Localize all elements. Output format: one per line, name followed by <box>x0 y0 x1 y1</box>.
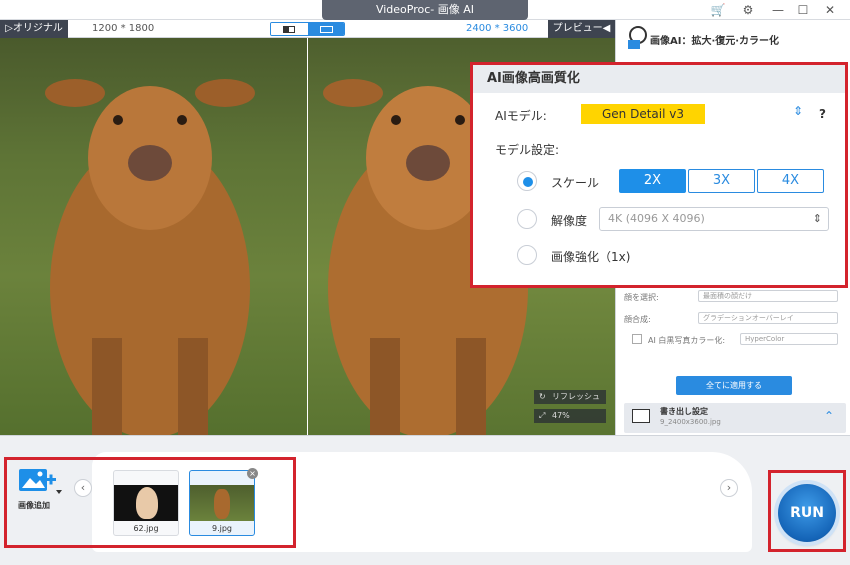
resolution-radio[interactable] <box>517 209 537 229</box>
run-button[interactable]: RUN <box>778 484 836 542</box>
scale-3x-button[interactable]: 3X <box>688 169 755 193</box>
scale-label: スケール <box>551 176 600 190</box>
resolution-value: 4K (4096 X 4096) <box>608 212 705 225</box>
original-dimensions: 1200 * 1800 <box>92 23 155 34</box>
single-view-icon[interactable] <box>271 23 308 35</box>
face-select-label: 顔を選択: <box>624 293 659 302</box>
prev-arrow-button[interactable]: ‹ <box>74 479 92 497</box>
panel-title: 画像AI：拡大·復元·カラー化 <box>650 36 780 47</box>
view-mode-toggle[interactable] <box>270 22 345 36</box>
zoom-indicator[interactable]: ⤢ 47% <box>534 409 606 423</box>
resolution-label: 解像度 <box>551 214 588 228</box>
ai-enhance-popup: AI画像高画質化 AIモデル: Gen Detail v3 ⇕ ? モデル設定:… <box>470 62 848 288</box>
export-settings[interactable]: 書き出し設定 9_2400x3600.jpg ⌃ <box>624 403 846 433</box>
apply-all-button[interactable]: 全てに適用する <box>676 376 792 395</box>
split-view-icon[interactable] <box>308 23 344 35</box>
scale-2x-button[interactable]: 2X <box>619 169 686 193</box>
thumbnail-image <box>190 485 254 521</box>
zoom-icon: ⤢ <box>539 411 546 420</box>
chevron-up-icon[interactable]: ⌃ <box>824 409 834 423</box>
window-title: VideoProc- 画像 AI <box>322 0 528 20</box>
thumbnail-caption: 62.jpg <box>133 524 159 533</box>
popup-heading: AI画像高画質化 <box>473 65 845 93</box>
preview-button[interactable]: プレビュー◀ <box>548 20 615 38</box>
add-image-label: 画像追加 <box>18 501 50 510</box>
help-icon[interactable]: ? <box>819 107 826 121</box>
face-blend-dropdown[interactable]: グラデーションオーバーレイ <box>698 312 838 324</box>
output-dimensions: 2400 * 3600 <box>466 23 529 34</box>
enhance-label: 画像強化（1x) <box>551 250 631 264</box>
resolution-select[interactable]: 4K (4096 X 4096) ⇕ <box>599 207 829 231</box>
thumbnail-image <box>114 485 178 521</box>
thumbnail-9[interactable]: 9.jpg × <box>189 468 258 536</box>
scale-radio[interactable] <box>517 171 537 191</box>
export-filename: 9_2400x3600.jpg <box>660 418 721 426</box>
chevron-updown-icon: ⇕ <box>812 212 822 225</box>
colorize-model-dropdown[interactable]: HyperColor <box>740 333 838 345</box>
export-title: 書き出し設定 <box>660 407 708 416</box>
title-bar: VideoProc- 画像 AI 🛒 ⚙ — ☐ ✕ <box>0 0 850 20</box>
remove-icon[interactable]: × <box>247 468 258 479</box>
calf-image <box>45 79 255 435</box>
model-value: Gen Detail v3 <box>581 104 705 124</box>
gear-icon[interactable]: ⚙ <box>740 2 756 18</box>
thumbnail-62[interactable]: 62.jpg <box>113 470 179 536</box>
add-image-icon <box>19 469 62 494</box>
face-select-dropdown[interactable]: 最面積の顔だけ <box>698 290 838 302</box>
chevron-updown-icon: ⇕ <box>793 104 804 118</box>
colorize-checkbox[interactable] <box>632 334 642 344</box>
refresh-icon: ↻ <box>539 392 546 401</box>
ai-image-icon <box>628 26 647 49</box>
cart-icon[interactable]: 🛒 <box>710 2 726 18</box>
compare-view-bar: ▷オリジナル 1200 * 1800 2400 * 3600 プレビュー◀ <box>0 20 615 38</box>
model-select[interactable]: Gen Detail v3 ⇕ <box>581 103 811 125</box>
original-photo <box>0 38 307 435</box>
close-icon[interactable]: ✕ <box>822 2 838 18</box>
maximize-icon[interactable]: ☐ <box>795 2 811 18</box>
colorize-label: AI 白黒写真カラー化: <box>648 336 726 345</box>
export-icon <box>632 409 650 423</box>
enhance-radio[interactable] <box>517 245 537 265</box>
refresh-button[interactable]: ↻ リフレッシュ <box>534 390 606 404</box>
add-image-button[interactable] <box>18 466 64 496</box>
minimize-icon[interactable]: — <box>770 2 786 18</box>
next-arrow-button[interactable]: › <box>720 479 738 497</box>
original-tab[interactable]: ▷オリジナル <box>0 20 68 38</box>
face-blend-label: 顔合成: <box>624 315 651 324</box>
model-label: AIモデル: <box>495 109 547 123</box>
model-settings-label: モデル設定: <box>495 143 560 157</box>
thumbnail-caption: 9.jpg <box>211 524 232 533</box>
scale-4x-button[interactable]: 4X <box>757 169 824 193</box>
